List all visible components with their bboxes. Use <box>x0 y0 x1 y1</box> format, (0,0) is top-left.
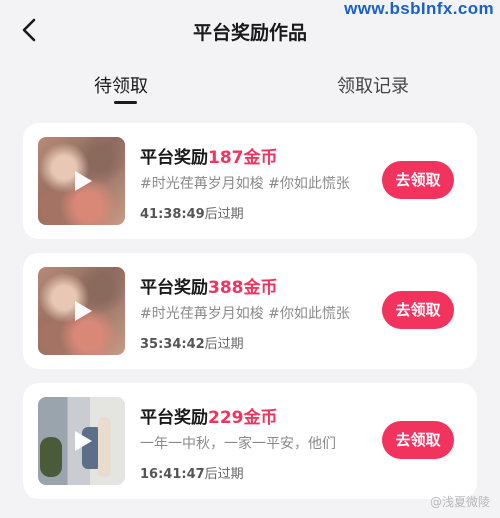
expire-countdown: 16:41:47 <box>140 467 205 482</box>
video-tags: #时光荏苒岁月如梭 #你如此慌张 <box>140 176 350 192</box>
reward-amount: 187金币 <box>208 148 278 168</box>
thumbnail-person <box>98 417 111 477</box>
expire-suffix: 后过期 <box>204 467 244 482</box>
header: 平台奖励作品 <box>0 0 500 62</box>
tab-records[interactable]: 领取记录 <box>337 72 409 98</box>
reward-card[interactable]: 平台奖励187金币 #时光荏苒岁月如梭 #你如此慌张 41:38:49后过期 去… <box>23 123 477 239</box>
reward-prefix: 平台奖励 <box>140 408 208 428</box>
reward-card[interactable]: 平台奖励388金币 #时光荏苒岁月如梭 #你如此慌张 35:34:42后过期 去… <box>23 253 477 369</box>
thumbnail-plant <box>40 437 62 477</box>
claim-button[interactable]: 去领取 <box>382 161 454 199</box>
reward-prefix: 平台奖励 <box>140 148 208 168</box>
video-thumbnail[interactable] <box>38 267 125 355</box>
reward-amount: 229金币 <box>208 408 278 428</box>
play-icon <box>75 171 92 191</box>
play-icon <box>75 301 92 321</box>
tab-pending[interactable]: 待领取 <box>94 72 148 98</box>
reward-amount: 388金币 <box>208 278 278 298</box>
page-title: 平台奖励作品 <box>192 22 307 44</box>
reward-prefix: 平台奖励 <box>140 278 208 298</box>
expire-info: 41:38:49后过期 <box>140 203 244 222</box>
expire-suffix: 后过期 <box>204 337 244 352</box>
expire-suffix: 后过期 <box>204 207 244 222</box>
video-description: 一年一中秋，一家一平安，他们 <box>140 436 336 452</box>
reward-card[interactable]: 平台奖励229金币 一年一中秋，一家一平安，他们 16:41:47后过期 去领取 <box>23 383 477 499</box>
reward-title: 平台奖励229金币 <box>140 403 278 428</box>
expire-countdown: 41:38:49 <box>140 207 205 222</box>
watermark-bottom: @浅夏微陵 <box>429 495 490 509</box>
active-tab-indicator <box>114 101 137 104</box>
expire-countdown: 35:34:42 <box>140 337 205 352</box>
video-tags: #时光荏苒岁月如梭 #你如此慌张 <box>140 306 350 322</box>
video-thumbnail[interactable] <box>38 397 125 485</box>
expire-info: 16:41:47后过期 <box>140 463 244 482</box>
expire-info: 35:34:42后过期 <box>140 333 244 352</box>
reward-title: 平台奖励187金币 <box>140 143 278 168</box>
video-thumbnail[interactable] <box>38 137 125 225</box>
claim-button[interactable]: 去领取 <box>382 291 454 329</box>
tab-bar: 待领取 领取记录 <box>0 62 500 108</box>
claim-button[interactable]: 去领取 <box>382 421 454 459</box>
play-icon <box>75 431 92 451</box>
reward-title: 平台奖励388金币 <box>140 273 278 298</box>
